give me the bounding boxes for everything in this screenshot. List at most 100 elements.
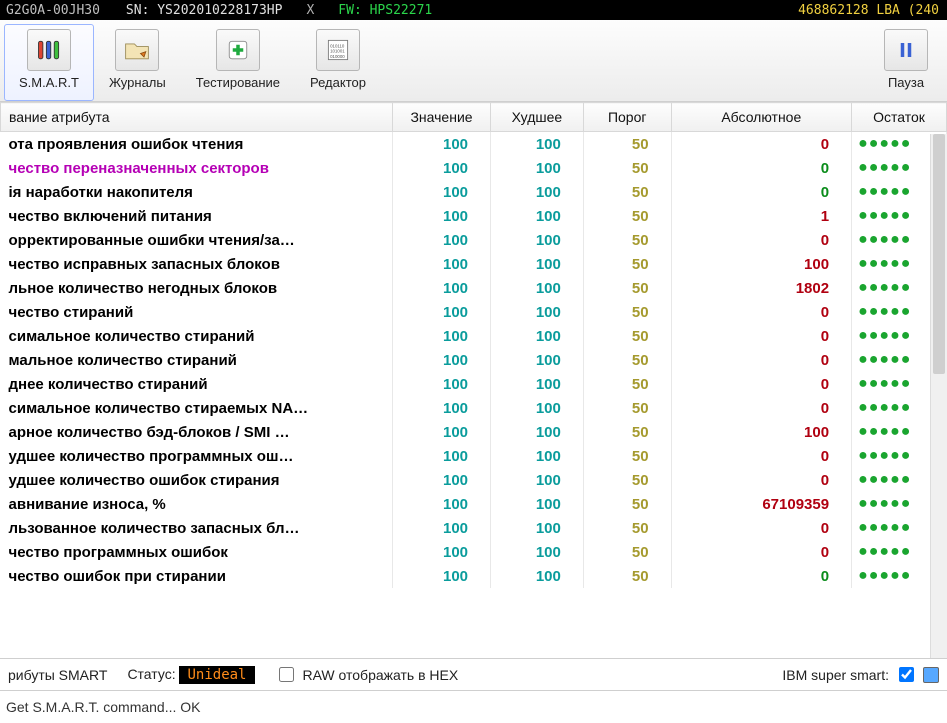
drive-firmware: FW: HPS22271 — [332, 3, 438, 18]
attr-name-cell: удшее количество ошибок стирания — [1, 468, 393, 492]
attr-worst-cell: 100 — [491, 372, 584, 396]
attr-absolute-cell: 0 — [671, 444, 852, 468]
attr-absolute-cell: 0 — [671, 372, 852, 396]
attr-thresh-cell: 50 — [583, 396, 671, 420]
attr-absolute-cell: 67109359 — [671, 492, 852, 516]
attr-thresh-cell: 50 — [583, 468, 671, 492]
col-remain[interactable]: Остаток — [852, 103, 947, 132]
attr-worst-cell: 100 — [491, 132, 584, 156]
table-row[interactable]: льное количество негодных блоков10010050… — [1, 276, 947, 300]
scrollbar-thumb[interactable] — [933, 134, 945, 374]
raw-hex-checkbox-label[interactable]: RAW отображать в HEX — [275, 664, 459, 685]
attr-thresh-cell: 50 — [583, 228, 671, 252]
status-label: Статус: — [127, 666, 175, 682]
attr-thresh-cell: 50 — [583, 156, 671, 180]
pause-button[interactable]: Пауза — [869, 24, 943, 101]
attr-absolute-cell: 0 — [671, 396, 852, 420]
attr-absolute-cell: 0 — [671, 180, 852, 204]
attr-worst-cell: 100 — [491, 228, 584, 252]
col-thresh[interactable]: Порог — [583, 103, 671, 132]
attr-absolute-cell: 0 — [671, 156, 852, 180]
status-bar: рибуты SMART Статус: Unideal RAW отображ… — [0, 659, 947, 691]
testing-button[interactable]: Тестирование — [181, 24, 295, 101]
table-row[interactable]: орректированные ошибки чтения/за…1001005… — [1, 228, 947, 252]
attr-name-cell: арное количество бэд-блоков / SMI … — [1, 420, 393, 444]
attr-worst-cell: 100 — [491, 564, 584, 588]
attr-thresh-cell: 50 — [583, 204, 671, 228]
attr-worst-cell: 100 — [491, 540, 584, 564]
table-header-row: вание атрибута Значение Худшее Порог Абс… — [1, 103, 947, 132]
table-row[interactable]: льзованное количество запасных бл…100100… — [1, 516, 947, 540]
attr-thresh-cell: 50 — [583, 324, 671, 348]
attr-value-cell: 100 — [393, 396, 491, 420]
table-row[interactable]: удшее количество программных ош…10010050… — [1, 444, 947, 468]
ibm-color-swatch[interactable] — [923, 667, 939, 683]
col-absolute[interactable]: Абсолютное — [671, 103, 852, 132]
col-worst[interactable]: Худшее — [491, 103, 584, 132]
attr-value-cell: 100 — [393, 492, 491, 516]
attr-value-cell: 100 — [393, 228, 491, 252]
svg-text:010110: 010110 — [330, 43, 345, 48]
table-row[interactable]: ія наработки накопителя100100500●●●●● — [1, 180, 947, 204]
attr-absolute-cell: 0 — [671, 540, 852, 564]
smart-button[interactable]: S.M.A.R.T — [4, 24, 94, 101]
attr-name-cell: симальное количество стираний — [1, 324, 393, 348]
smart-table-container: вание атрибута Значение Худшее Порог Абс… — [0, 102, 947, 659]
attr-thresh-cell: 50 — [583, 540, 671, 564]
col-value[interactable]: Значение — [393, 103, 491, 132]
raw-hex-text: RAW отображать в HEX — [303, 667, 459, 683]
svg-text:101001: 101001 — [330, 49, 345, 54]
attr-worst-cell: 100 — [491, 276, 584, 300]
attr-value-cell: 100 — [393, 132, 491, 156]
table-row[interactable]: авнивание износа, %1001005067109359●●●●● — [1, 492, 947, 516]
attr-value-cell: 100 — [393, 516, 491, 540]
attr-absolute-cell: 0 — [671, 300, 852, 324]
table-row[interactable]: чество включений питания100100501●●●●● — [1, 204, 947, 228]
drive-serial: SN: YS202010228173HP — [120, 3, 289, 18]
attr-thresh-cell: 50 — [583, 348, 671, 372]
table-row[interactable]: чество переназначенных секторов100100500… — [1, 156, 947, 180]
attr-thresh-cell: 50 — [583, 420, 671, 444]
attr-name-cell: чество стираний — [1, 300, 393, 324]
attr-thresh-cell: 50 — [583, 132, 671, 156]
editor-button[interactable]: 010110 101001 010000 Редактор — [295, 24, 381, 101]
table-row[interactable]: ота проявления ошибок чтения100100500●●●… — [1, 132, 947, 156]
attr-name-cell: симальное количество стираемых NA… — [1, 396, 393, 420]
command-log: Get S.M.A.R.T. command... OK — [0, 691, 947, 723]
tab-smart-attributes[interactable]: рибуты SMART — [8, 667, 107, 683]
table-row[interactable]: симальное количество стираемых NA…100100… — [1, 396, 947, 420]
attr-absolute-cell: 0 — [671, 468, 852, 492]
attr-worst-cell: 100 — [491, 516, 584, 540]
attr-thresh-cell: 50 — [583, 372, 671, 396]
close-icon[interactable]: X — [302, 3, 318, 18]
attr-value-cell: 100 — [393, 276, 491, 300]
drive-lba: 468862128 LBA (240 — [792, 3, 947, 18]
table-row[interactable]: чество ошибок при стирании100100500●●●●● — [1, 564, 947, 588]
status-value: Unideal — [179, 666, 254, 684]
table-row[interactable]: арное количество бэд-блоков / SMI …10010… — [1, 420, 947, 444]
vertical-scrollbar[interactable] — [930, 134, 947, 658]
attr-absolute-cell: 100 — [671, 420, 852, 444]
table-row[interactable]: симальное количество стираний100100500●●… — [1, 324, 947, 348]
attr-name-cell: авнивание износа, % — [1, 492, 393, 516]
attr-thresh-cell: 50 — [583, 564, 671, 588]
editor-button-label: Редактор — [310, 75, 366, 90]
table-row[interactable]: чество исправных запасных блоков10010050… — [1, 252, 947, 276]
table-row[interactable]: мальное количество стираний100100500●●●●… — [1, 348, 947, 372]
table-row[interactable]: днее количество стираний100100500●●●●● — [1, 372, 947, 396]
ibm-super-smart-checkbox[interactable] — [899, 667, 914, 682]
journals-button[interactable]: Журналы — [94, 24, 181, 101]
table-row[interactable]: чество программных ошибок100100500●●●●● — [1, 540, 947, 564]
attr-name-cell: чество включений питания — [1, 204, 393, 228]
col-name[interactable]: вание атрибута — [1, 103, 393, 132]
raw-hex-checkbox[interactable] — [279, 667, 294, 682]
attr-value-cell: 100 — [393, 324, 491, 348]
table-row[interactable]: удшее количество ошибок стирания10010050… — [1, 468, 947, 492]
attr-thresh-cell: 50 — [583, 492, 671, 516]
attr-thresh-cell: 50 — [583, 180, 671, 204]
attr-name-cell: удшее количество программных ош… — [1, 444, 393, 468]
drive-model-fragment: G2G0A-00JH30 — [0, 3, 106, 18]
table-row[interactable]: чество стираний100100500●●●●● — [1, 300, 947, 324]
attr-value-cell: 100 — [393, 180, 491, 204]
attr-thresh-cell: 50 — [583, 444, 671, 468]
